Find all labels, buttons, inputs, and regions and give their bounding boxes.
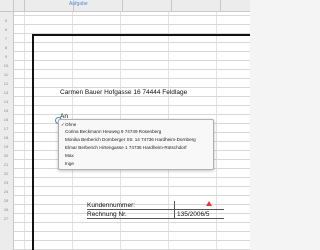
spreadsheet-window: Aufgabe 5 6 7 8 9 10 11 12 13 14 15 16 17 18 19 20 21 22 2… (0, 0, 250, 250)
row-number[interactable]: 10 (0, 61, 12, 70)
dropdown-option-label: Max (65, 153, 74, 158)
dropdown-option[interactable]: Monika Berberich Dornberger Str. 14 7473… (65, 137, 196, 143)
dropdown-option[interactable]: ✓ Ohne (61, 122, 77, 128)
row-header-bar: 5 6 7 8 9 10 11 12 13 14 15 16 17 18 19 20 21 22 23 24 25 26 2… (0, 12, 14, 250)
row-number[interactable]: 12 (0, 79, 12, 88)
row-number[interactable]: 6 (0, 25, 12, 34)
dropdown-option-label: Inge (65, 161, 74, 166)
column-header[interactable] (14, 0, 25, 11)
recipient-dropdown-menu[interactable]: ✓ Ohne Corina Beckmann Heuweg 9 74749 Ro… (58, 119, 214, 170)
cell-border (87, 209, 224, 210)
row-number[interactable]: 14 (0, 97, 12, 106)
invoice-number-value[interactable]: 135/2006/5 (177, 211, 210, 218)
row-number[interactable]: 27 (0, 214, 12, 223)
dropdown-option-label: Monika Berberich Dornberger Str. 14 7473… (65, 137, 196, 142)
invoice-number-label: Rechnung Nr. (87, 211, 127, 218)
dropdown-option-label: Corina Beckmann Heuweg 9 74749 Rosenberg (65, 129, 162, 134)
select-all-corner[interactable] (0, 0, 14, 11)
row-number[interactable]: 5 (0, 16, 12, 25)
row-number[interactable]: 24 (0, 187, 12, 196)
dropdown-option[interactable]: Inge (65, 161, 74, 167)
row-number[interactable]: 11 (0, 70, 12, 79)
row-number[interactable]: 15 (0, 106, 12, 115)
checkmark-icon: ✓ (61, 122, 65, 127)
row-number[interactable]: 20 (0, 151, 12, 160)
dropdown-option-label: Ohne (65, 122, 77, 127)
row-number[interactable]: 8 (0, 43, 12, 52)
page-border-top (32, 34, 250, 36)
row-number[interactable]: 19 (0, 142, 12, 151)
row-number[interactable]: 21 (0, 160, 12, 169)
column-label-aufgabe: Aufgabe (69, 1, 88, 7)
dropdown-option[interactable]: Max (65, 153, 74, 159)
column-header-bar: Aufgabe (0, 0, 250, 12)
row-number[interactable]: 22 (0, 169, 12, 178)
row-number[interactable]: 25 (0, 196, 12, 205)
column-header[interactable] (123, 0, 172, 11)
sender-address-line: Carmen Bauer Hofgasse 16 74444 Feldlage (60, 89, 188, 96)
row-number[interactable]: 16 (0, 115, 12, 124)
row-number[interactable]: 7 (0, 34, 12, 43)
page-border-left (32, 34, 34, 250)
dropdown-option[interactable]: Corina Beckmann Heuweg 9 74749 Rosenberg (65, 129, 161, 135)
dropdown-option[interactable]: Elmar Berberich Hirtengasse 1 74736 Hard… (65, 145, 187, 151)
column-header[interactable] (172, 0, 221, 11)
row-number[interactable]: 18 (0, 133, 12, 142)
row-number[interactable]: 26 (0, 205, 12, 214)
warning-icon[interactable] (206, 201, 212, 206)
row-number[interactable]: 23 (0, 178, 12, 187)
row-number[interactable]: 13 (0, 88, 12, 97)
customer-number-label: Kundennummer: (87, 202, 136, 209)
dropdown-option-label: Elmar Berberich Hirtengasse 1 74736 Hard… (65, 145, 187, 150)
row-number[interactable]: 9 (0, 52, 12, 61)
row-number[interactable]: 17 (0, 124, 12, 133)
column-header[interactable] (25, 0, 74, 11)
cell-border (87, 218, 224, 219)
cell-border (174, 201, 175, 219)
